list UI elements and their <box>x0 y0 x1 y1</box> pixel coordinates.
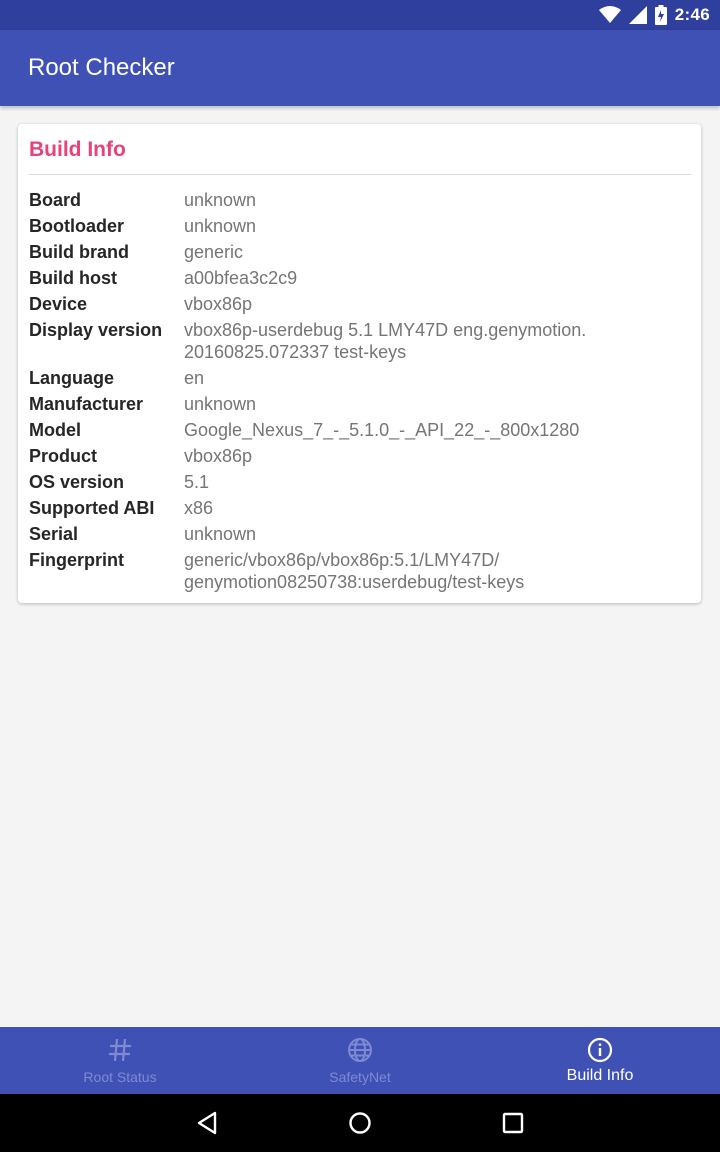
info-value: 5.1 <box>184 472 210 492</box>
info-label: Fingerprint <box>29 550 124 570</box>
info-row-device: Device vbox86p <box>29 291 694 317</box>
info-label: Product <box>29 446 98 466</box>
info-row-language: Language en <box>29 365 694 391</box>
info-row-model: Model Google_Nexus_7_-_5.1.0_-_API_22_-_… <box>29 417 694 443</box>
info-value: a00bfea3c2c9 <box>184 268 298 288</box>
info-label: Display version <box>29 320 163 340</box>
info-row-build-brand: Build brand generic <box>29 239 694 265</box>
info-row-board: Board unknown <box>29 187 694 213</box>
info-value: x86 <box>184 498 214 518</box>
info-label: Language <box>29 368 115 388</box>
build-info-card: Build Info Board unknown Bootloader unkn… <box>18 124 701 603</box>
info-value: Google_Nexus_7_-_5.1.0_-_API_22_-_800x12… <box>184 420 580 440</box>
status-bar: 2:46 <box>0 0 720 30</box>
nav-label: Build Info <box>566 1067 634 1084</box>
info-row-supported-abi: Supported ABI x86 <box>29 495 694 521</box>
card-title: Build Info <box>29 138 126 161</box>
info-value: unknown <box>184 190 257 210</box>
card-divider <box>29 174 691 175</box>
hash-icon <box>109 1038 131 1062</box>
info-value: unknown <box>184 524 257 544</box>
battery-icon <box>654 5 667 25</box>
nav-safetynet[interactable]: SafetyNet <box>240 1027 480 1094</box>
nav-label: SafetyNet <box>329 1069 391 1085</box>
info-label: Build brand <box>29 242 129 262</box>
info-value: unknown <box>184 394 257 414</box>
info-row-fingerprint: Fingerprint generic/vbox86p/vbox86p:5.1/… <box>29 547 694 595</box>
info-row-product: Product vbox86p <box>29 443 694 469</box>
info-value: vbox86p-userdebug 5.1 LMY47D eng.genymot… <box>184 320 587 362</box>
info-label: OS version <box>29 472 125 492</box>
info-value: vbox86p <box>184 294 253 314</box>
info-label: Supported ABI <box>29 498 155 518</box>
info-value: generic <box>184 242 244 262</box>
nav-root-status[interactable]: Root Status <box>0 1027 240 1094</box>
info-row-bootloader: Bootloader unknown <box>29 213 694 239</box>
info-label: Serial <box>29 524 79 544</box>
signal-icon <box>628 6 647 24</box>
nav-build-info[interactable]: Build Info <box>480 1027 720 1094</box>
globe-icon <box>348 1038 372 1062</box>
info-label: Bootloader <box>29 216 125 236</box>
info-row-serial: Serial unknown <box>29 521 694 547</box>
recents-icon[interactable] <box>498 1108 528 1138</box>
info-row-os-version: OS version 5.1 <box>29 469 694 495</box>
nav-label: Root Status <box>83 1069 157 1085</box>
status-icons: 2:46 <box>598 0 710 30</box>
info-value: vbox86p <box>184 446 253 466</box>
app-bar: Root Checker <box>0 30 720 106</box>
info-label: Board <box>29 190 82 210</box>
info-value: unknown <box>184 216 257 236</box>
app-title: Root Checker <box>28 54 175 81</box>
info-label: Device <box>29 294 88 314</box>
info-row-build-host: Build host a00bfea3c2c9 <box>29 265 694 291</box>
info-row-display-version: Display version vbox86p-userdebug 5.1 LM… <box>29 317 694 365</box>
info-icon <box>587 1037 613 1063</box>
home-icon[interactable] <box>345 1108 375 1138</box>
build-info-list: Board unknown Bootloader unknown Build b… <box>29 187 694 595</box>
info-row-manufacturer: Manufacturer unknown <box>29 391 694 417</box>
system-navigation-bar <box>0 1094 720 1152</box>
info-value: en <box>184 368 205 388</box>
wifi-icon <box>598 6 621 23</box>
info-label: Build host <box>29 268 117 288</box>
back-icon[interactable] <box>193 1108 223 1138</box>
info-label: Manufacturer <box>29 394 144 414</box>
info-value: generic/vbox86p/vbox86p:5.1/LMY47D/ geny… <box>184 550 525 592</box>
info-label: Model <box>29 420 81 440</box>
bottom-navigation: Root Status SafetyNet Build Info <box>0 1027 720 1094</box>
status-time: 2:46 <box>674 5 710 24</box>
